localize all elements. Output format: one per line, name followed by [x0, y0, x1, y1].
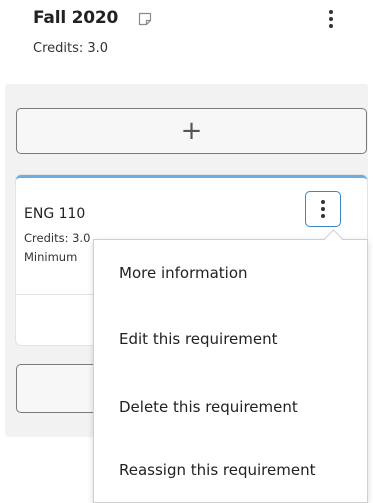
term-menu-button[interactable]: [320, 6, 342, 32]
menu-item-reassign-requirement[interactable]: Reassign this requirement: [119, 461, 315, 479]
kebab-menu-icon: [321, 200, 325, 218]
kebab-menu-icon: [329, 10, 333, 28]
menu-item-more-information[interactable]: More information: [119, 264, 248, 282]
course-minimum: Minimum: [24, 250, 78, 264]
plus-icon: +: [180, 116, 203, 146]
note-icon[interactable]: [138, 11, 152, 26]
term-title: Fall 2020: [33, 8, 119, 28]
course-credits: Credits: 3.0: [24, 231, 91, 245]
menu-item-edit-requirement[interactable]: Edit this requirement: [119, 330, 278, 348]
course-context-menu: More information Edit this requirement D…: [93, 239, 368, 503]
add-course-button[interactable]: +: [16, 108, 367, 154]
term-credits: Credits: 3.0: [33, 41, 109, 56]
course-code: ENG 110: [24, 206, 86, 222]
menu-item-delete-requirement[interactable]: Delete this requirement: [119, 398, 298, 416]
course-menu-button[interactable]: [305, 191, 341, 227]
